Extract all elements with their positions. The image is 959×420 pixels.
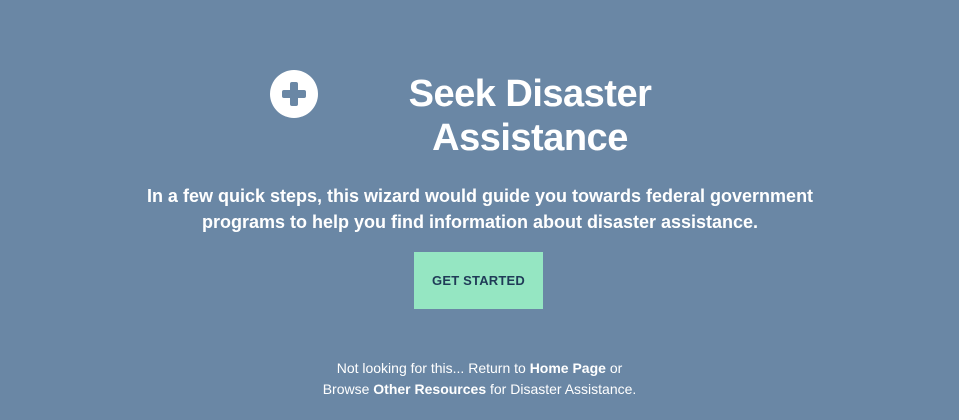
footer-line-2-suffix: for Disaster Assistance. bbox=[486, 381, 637, 397]
page-title: Seek Disaster Assistance bbox=[408, 73, 652, 159]
footer-line-2-prefix: Browse bbox=[322, 381, 374, 397]
other-resources-link[interactable]: Other Resources bbox=[373, 381, 486, 397]
wizard-description: In a few quick steps, this wizard would … bbox=[146, 186, 814, 232]
get-started-button[interactable]: GET STARTED bbox=[414, 252, 543, 309]
footer-line-1-suffix: or bbox=[605, 360, 623, 376]
hero-section: Seek Disaster Assistance In a few quick … bbox=[0, 0, 959, 420]
plus-circle-icon bbox=[270, 70, 318, 118]
footer-line-1-prefix: Not looking for this... Return to bbox=[336, 360, 530, 376]
alternative-links: Not looking for this... Return to Home P… bbox=[200, 358, 759, 400]
home-page-link[interactable]: Home Page bbox=[530, 360, 606, 376]
